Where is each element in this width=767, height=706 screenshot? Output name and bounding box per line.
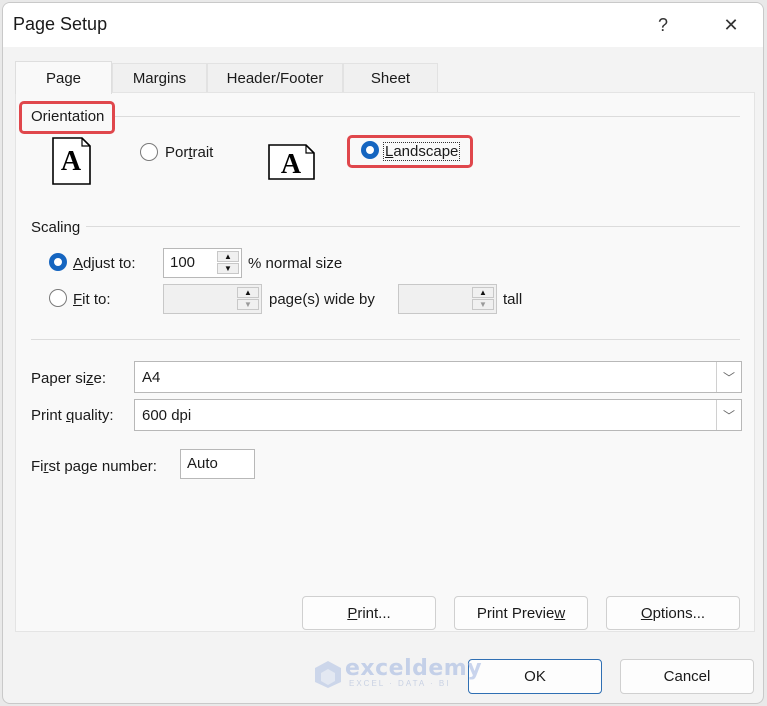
adjust-to-spinner[interactable]: 100 ▲ ▼ — [163, 248, 242, 278]
print-preview-button[interactable]: Print Preview — [454, 596, 588, 630]
scaling-divider — [86, 226, 740, 227]
spin-down-icon[interactable]: ▼ — [472, 299, 494, 310]
first-page-number-label: First page number: — [31, 458, 157, 475]
adjust-suffix: % normal size — [248, 255, 343, 272]
tab-label: Sheet — [370, 70, 411, 87]
svg-text:A: A — [61, 146, 82, 177]
adjust-to-value[interactable]: 100 — [170, 254, 195, 271]
tab-label: Header/Footer — [226, 70, 324, 87]
adjust-to-radio[interactable] — [49, 253, 67, 271]
print-quality-value: 600 dpi — [142, 407, 192, 424]
print-quality-label: Print quality: — [31, 407, 114, 424]
tab-page[interactable]: Page — [15, 61, 112, 94]
cancel-button[interactable]: Cancel — [620, 659, 754, 694]
orientation-group-label: Orientation — [31, 108, 111, 125]
title-bar: Page Setup ? ✕ — [3, 3, 763, 47]
fit-to-radio[interactable] — [49, 289, 67, 307]
options-button-label: Options... — [640, 604, 706, 622]
chevron-down-icon[interactable]: ﹀ — [716, 400, 741, 430]
watermark-tagline: EXCEL · DATA · BI — [349, 679, 451, 688]
tab-margins[interactable]: Margins — [112, 63, 207, 93]
fit-wide-spinner[interactable]: ▲ ▼ — [163, 284, 262, 314]
spin-up-icon[interactable]: ▲ — [472, 287, 494, 298]
portrait-label[interactable]: Portrait — [165, 144, 213, 161]
landscape-label[interactable]: Landscape — [382, 142, 461, 161]
chevron-down-icon[interactable]: ﹀ — [716, 362, 741, 392]
scaling-group-label: Scaling — [31, 219, 87, 236]
print-button-label: Print... — [347, 604, 391, 622]
print-quality-select[interactable]: 600 dpi ﹀ — [134, 399, 742, 431]
tab-header-footer[interactable]: Header/Footer — [207, 63, 343, 93]
paper-size-label: Paper size: — [31, 370, 107, 387]
spin-down-icon[interactable]: ▼ — [217, 263, 239, 274]
page-tab-panel: Orientation A Portrait A Landscape Scali… — [15, 92, 755, 632]
tab-label: Margins — [132, 70, 187, 87]
print-button[interactable]: Print... — [302, 596, 436, 630]
fit-tall-spinner[interactable]: ▲ ▼ — [398, 284, 497, 314]
fit-to-label[interactable]: Fit to: — [73, 291, 111, 308]
exceldemy-watermark: exceldemy EXCEL · DATA · BI — [311, 656, 482, 690]
spin-up-icon[interactable]: ▲ — [217, 251, 239, 262]
adjust-to-label[interactable]: Adjust to: — [73, 255, 136, 272]
paper-size-select[interactable]: A4 ﹀ — [134, 361, 742, 393]
fit-tall-suffix: tall — [503, 291, 523, 308]
landscape-radio[interactable] — [361, 141, 379, 159]
close-icon: ✕ — [723, 14, 739, 35]
portrait-radio[interactable] — [140, 143, 158, 161]
spin-up-icon[interactable]: ▲ — [237, 287, 259, 298]
paper-size-value: A4 — [142, 369, 161, 386]
landscape-page-icon: A — [268, 144, 315, 180]
close-button[interactable]: ✕ — [711, 9, 751, 41]
print-preview-button-label: Print Preview — [476, 604, 566, 622]
help-button[interactable]: ? — [643, 9, 683, 41]
watermark-brand: exceldemy — [345, 656, 483, 681]
svg-text:A: A — [281, 149, 302, 180]
options-button[interactable]: Options... — [606, 596, 740, 630]
portrait-page-icon: A — [52, 137, 91, 185]
page-setup-dialog: Page Setup ? ✕ Page Margins Header/Foote… — [2, 2, 764, 704]
cancel-button-label: Cancel — [663, 668, 711, 685]
first-page-number-input[interactable]: Auto — [180, 449, 255, 479]
ok-button[interactable]: OK — [468, 659, 602, 694]
section-divider — [31, 339, 740, 340]
spin-down-icon[interactable]: ▼ — [237, 299, 259, 310]
tab-label: Page — [45, 69, 82, 87]
orientation-divider — [112, 116, 740, 117]
tab-sheet[interactable]: Sheet — [343, 63, 438, 93]
dialog-title: Page Setup — [13, 14, 108, 34]
first-page-number-value[interactable]: Auto — [187, 455, 218, 472]
fit-wide-suffix: page(s) wide by — [269, 291, 375, 308]
help-icon: ? — [657, 14, 668, 35]
exceldemy-logo-icon — [315, 661, 341, 688]
ok-button-label: OK — [524, 668, 546, 685]
